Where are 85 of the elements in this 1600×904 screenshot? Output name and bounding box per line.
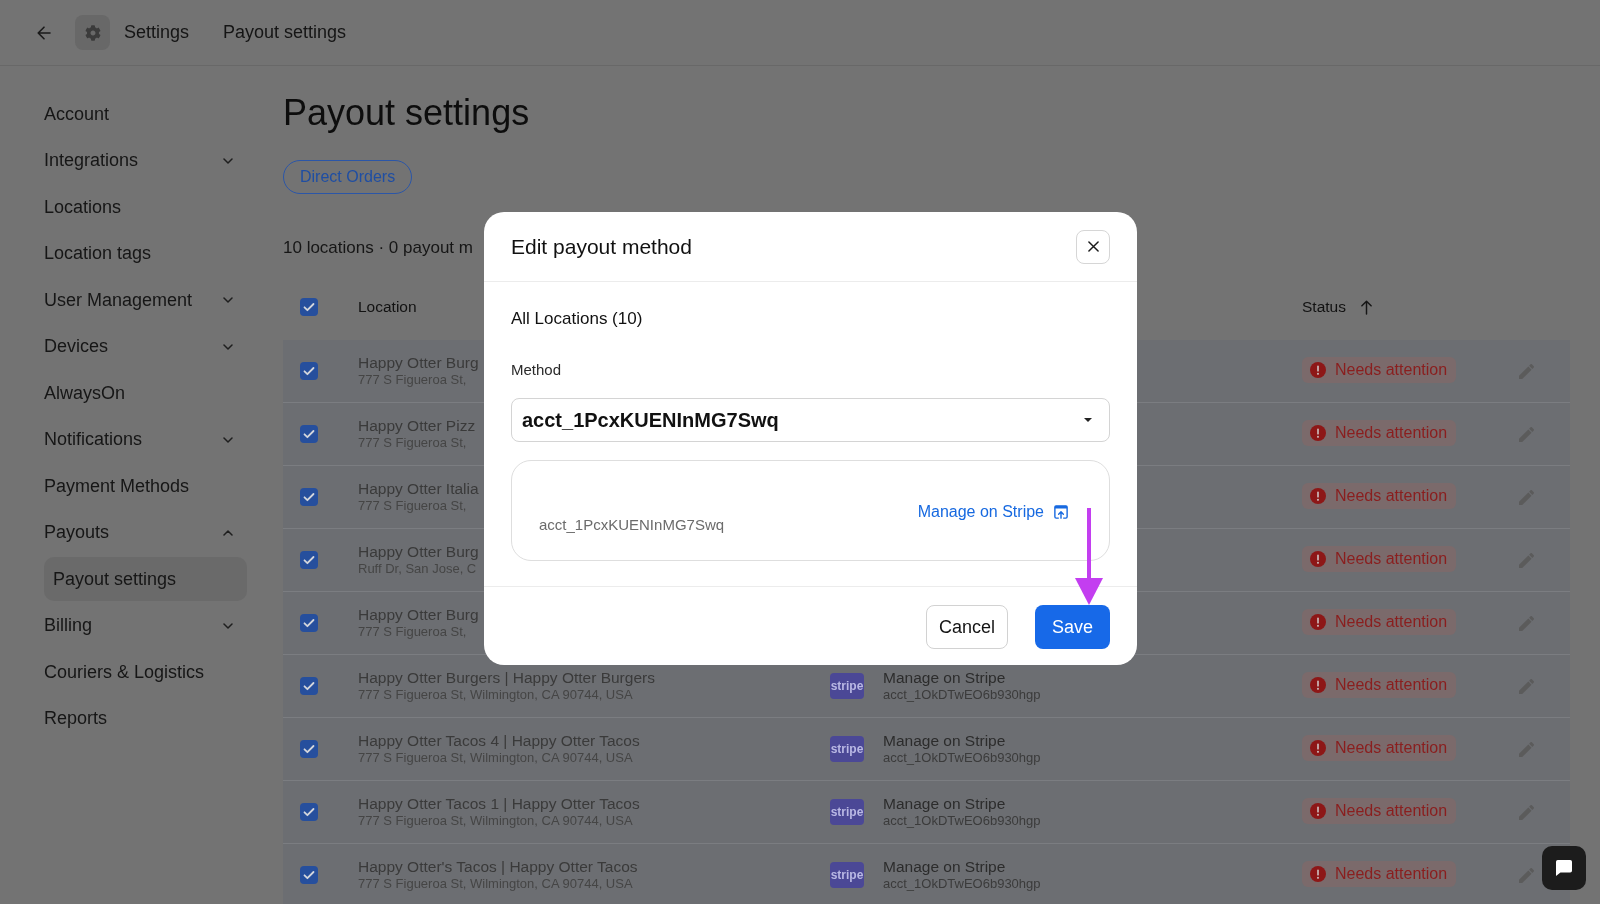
page-title: Payout settings xyxy=(283,91,530,135)
chat-icon xyxy=(1556,860,1572,876)
location-name: Happy Otter Italia xyxy=(358,480,479,497)
sidebar-item[interactable]: AlwaysOn xyxy=(44,369,247,417)
status-label: Needs attention xyxy=(1335,423,1448,443)
column-header[interactable]: Location xyxy=(358,295,417,319)
cancel-button[interactable]: Cancel xyxy=(925,605,1008,649)
close-button[interactable] xyxy=(1076,229,1110,264)
checkbox[interactable] xyxy=(300,551,318,569)
breadcrumb-link[interactable]: Settings xyxy=(124,19,190,46)
payout-method-name: Manage on Stripe xyxy=(883,669,1006,686)
sidebar-item[interactable]: User Management xyxy=(44,276,247,324)
close-icon xyxy=(1087,241,1099,252)
sidebar-item[interactable]: Devices xyxy=(44,323,247,370)
caret-down-icon xyxy=(1084,418,1092,422)
alert-icon xyxy=(1310,803,1326,819)
dialog-title: Edit payout method xyxy=(511,233,692,260)
sidebar-item[interactable]: Billing xyxy=(44,602,247,649)
checkbox[interactable] xyxy=(300,298,318,316)
account-id: acct_1PcxKUENInMG7Swq xyxy=(539,515,725,535)
status-label: Needs attention xyxy=(1335,675,1448,695)
sidebar-item[interactable]: Notifications xyxy=(44,416,247,463)
account-id: acct_1OkDTwEO6b930hgp xyxy=(883,686,1041,703)
selection-summary: All Locations (10) xyxy=(511,308,643,330)
save-button[interactable]: Save xyxy=(1034,605,1110,649)
location-name: Happy Otter Burgers | Happy Otter Burgers xyxy=(358,669,655,686)
checkbox[interactable] xyxy=(300,488,318,506)
checkbox[interactable] xyxy=(300,677,318,695)
sidebar-item[interactable]: Couriers & Logistics xyxy=(44,648,247,696)
alert-icon xyxy=(1310,866,1326,882)
sidebar-item[interactable]: Locations xyxy=(44,183,247,231)
external-link-icon xyxy=(1054,505,1068,519)
sidebar-item[interactable]: Location tags xyxy=(44,230,247,277)
stripe-logo: stripe xyxy=(830,673,864,699)
account-id: acct_1OkDTwEO6b930hgp xyxy=(883,812,1041,829)
breadcrumb-current: Payout settings xyxy=(223,21,347,44)
alert-icon xyxy=(1310,677,1326,693)
back-icon[interactable] xyxy=(37,25,51,40)
alert-icon xyxy=(1310,740,1326,756)
account-id: acct_1OkDTwEO6b930hgp xyxy=(883,749,1041,766)
location-name: Happy Otter's Tacos | Happy Otter Tacos xyxy=(358,858,638,875)
alert-icon xyxy=(1310,362,1326,378)
sidebar-item[interactable]: Reports xyxy=(44,695,247,742)
sidebar-item[interactable]: Integrations xyxy=(44,137,247,184)
status-label: Needs attention xyxy=(1335,486,1448,506)
field-label: Method xyxy=(511,360,562,380)
location-name: Happy Otter Pizz xyxy=(358,417,476,434)
sidebar-item[interactable]: Payouts xyxy=(44,509,247,556)
payout-method-name: Manage on Stripe xyxy=(883,858,1006,875)
checkbox[interactable] xyxy=(300,362,318,380)
payout-method-name: Manage on Stripe xyxy=(883,795,1006,812)
status-label: Needs attention xyxy=(1335,801,1448,821)
sidebar-subitem[interactable]: Payout settings xyxy=(44,557,247,601)
status-label: Needs attention xyxy=(1335,612,1448,632)
alert-icon xyxy=(1310,425,1326,441)
location-name: Happy Otter Burg xyxy=(358,354,479,371)
location-name: Happy Otter Burg xyxy=(358,543,479,560)
checkbox[interactable] xyxy=(300,866,318,884)
checkbox[interactable] xyxy=(300,803,318,821)
checkbox[interactable] xyxy=(300,614,318,632)
stripe-logo: stripe xyxy=(830,799,864,825)
summary-text: 10 locations · 0 payout m xyxy=(283,237,473,259)
payout-method-name: Manage on Stripe xyxy=(883,732,1006,749)
sidebar-item[interactable]: Payment Methods xyxy=(44,462,247,510)
alert-icon xyxy=(1310,488,1326,504)
status-label: Needs attention xyxy=(1335,738,1448,758)
column-header[interactable]: Status xyxy=(1302,295,1372,319)
account-id: acct_1OkDTwEO6b930hgp xyxy=(883,875,1041,892)
location-name: Happy Otter Tacos 1 | Happy Otter Tacos xyxy=(358,795,640,812)
stripe-logo: stripe xyxy=(830,862,864,888)
chat-button[interactable] xyxy=(1542,846,1586,890)
gear-icon[interactable] xyxy=(75,15,110,50)
status-label: Needs attention xyxy=(1335,549,1448,569)
status-label: Needs attention xyxy=(1335,360,1448,380)
checkbox[interactable] xyxy=(300,425,318,443)
manage-on-stripe-link[interactable]: Manage on Stripe xyxy=(917,501,1068,523)
alert-icon xyxy=(1310,551,1326,567)
location-name: Happy Otter Burg xyxy=(358,606,479,623)
checkbox[interactable] xyxy=(300,740,318,758)
stripe-logo: stripe xyxy=(830,736,864,762)
method-select[interactable]: acct_1PcxKUENInMG7Swq xyxy=(511,398,1110,442)
status-label: Needs attention xyxy=(1335,864,1448,884)
sidebar-item[interactable]: Account xyxy=(44,90,247,138)
alert-icon xyxy=(1310,614,1326,630)
location-name: Happy Otter Tacos 4 | Happy Otter Tacos xyxy=(358,732,640,749)
